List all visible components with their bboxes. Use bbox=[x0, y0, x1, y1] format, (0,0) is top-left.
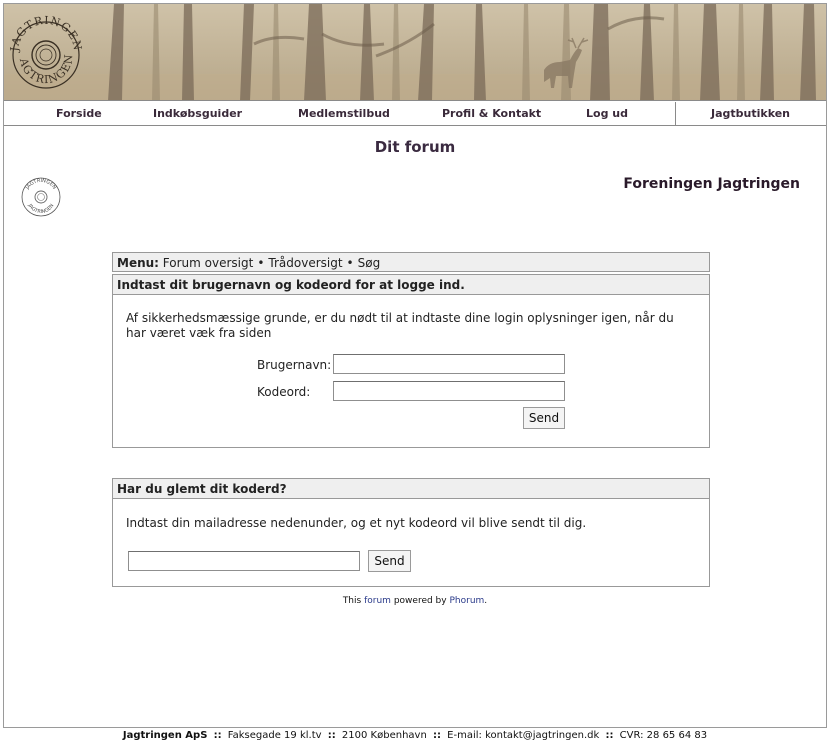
email-input[interactable] bbox=[128, 551, 360, 571]
login-description: Af sikkerhedsmæssige grunde, er du nødt … bbox=[126, 311, 674, 340]
page-footer: Jagtringen ApS :: Faksegade 19 kl.tv :: … bbox=[0, 730, 830, 741]
nav-item-jagtbutikken[interactable]: Jagtbutikken bbox=[711, 107, 790, 120]
menu-separator: • bbox=[257, 256, 265, 270]
footer-email[interactable]: E-mail: kontakt@jagtringen.dk bbox=[447, 730, 599, 741]
jagtringen-logo: JAGTRINGEN JAGTRINGEN bbox=[8, 5, 84, 89]
forgot-password-panel: Har du glemt dit koderd? Indtast din mai… bbox=[112, 478, 710, 587]
username-label: Brugernavn: bbox=[257, 358, 332, 372]
login-send-button[interactable]: Send bbox=[523, 407, 565, 429]
header-banner: JAGTRINGEN JAGTRINGEN bbox=[4, 4, 826, 101]
page-frame: JAGTRINGEN JAGTRINGEN Forside Indkøbsgui… bbox=[3, 3, 827, 728]
svg-text:JAGTRINGEN: JAGTRINGEN bbox=[24, 178, 57, 191]
footer-separator: :: bbox=[327, 730, 336, 741]
nav-item-indkobsguider[interactable]: Indkøbsguider bbox=[153, 107, 242, 120]
menu-label: Menu: bbox=[117, 256, 159, 270]
forum-link[interactable]: forum bbox=[364, 596, 391, 606]
password-input[interactable] bbox=[333, 381, 565, 401]
nav-divider bbox=[675, 102, 676, 125]
forgot-password-description: Indtast din mailadresse nedenunder, og e… bbox=[126, 516, 587, 530]
powered-by-line: This forum powered by Phorum. bbox=[4, 596, 826, 606]
main-navigation: Forside Indkøbsguider Medlemstilbud Prof… bbox=[4, 102, 826, 126]
svg-text:JAGTRINGEN: JAGTRINGEN bbox=[8, 14, 84, 53]
page-title: Dit forum bbox=[374, 138, 456, 156]
forest-background-image bbox=[4, 4, 826, 100]
phorum-link[interactable]: Phorum bbox=[449, 596, 484, 606]
menu-separator: • bbox=[346, 256, 354, 270]
footer-city: 2100 København bbox=[341, 730, 427, 741]
forgot-send-button[interactable]: Send bbox=[368, 550, 411, 572]
nav-item-forside[interactable]: Forside bbox=[56, 107, 102, 120]
menu-link-forum-oversigt[interactable]: Forum oversigt bbox=[163, 256, 254, 270]
powered-suffix: . bbox=[484, 596, 488, 606]
small-logo-icon: JAGTRINGEN JAGTRINGEN bbox=[21, 177, 61, 217]
footer-separator: :: bbox=[432, 730, 441, 741]
footer-separator: :: bbox=[605, 730, 614, 741]
nav-item-profil-kontakt[interactable]: Profil & Kontakt bbox=[442, 107, 541, 120]
organization-name: Foreningen Jagtringen bbox=[623, 176, 800, 192]
footer-cvr: CVR: 28 65 64 83 bbox=[619, 730, 708, 741]
menu-link-tradoversigt[interactable]: Trådoversigt bbox=[268, 256, 342, 270]
login-panel: Indtast dit brugernavn og kodeord for at… bbox=[112, 274, 710, 448]
forgot-password-header: Har du glemt dit koderd? bbox=[113, 479, 709, 499]
nav-item-log-ud[interactable]: Log ud bbox=[586, 107, 628, 120]
powered-prefix: This bbox=[342, 596, 362, 606]
footer-company: Jagtringen ApS bbox=[122, 730, 208, 741]
footer-separator: :: bbox=[213, 730, 222, 741]
username-input[interactable] bbox=[333, 354, 565, 374]
footer-address: Faksegade 19 kl.tv bbox=[227, 730, 322, 741]
menu-link-sog[interactable]: Søg bbox=[358, 256, 381, 270]
powered-middle: powered by bbox=[393, 596, 447, 606]
login-panel-header: Indtast dit brugernavn og kodeord for at… bbox=[113, 275, 709, 295]
password-label: Kodeord: bbox=[257, 385, 311, 399]
nav-item-medlemstilbud[interactable]: Medlemstilbud bbox=[298, 107, 390, 120]
forum-menu-bar: Menu: Forum oversigt • Trådoversigt • Søg bbox=[112, 252, 710, 272]
